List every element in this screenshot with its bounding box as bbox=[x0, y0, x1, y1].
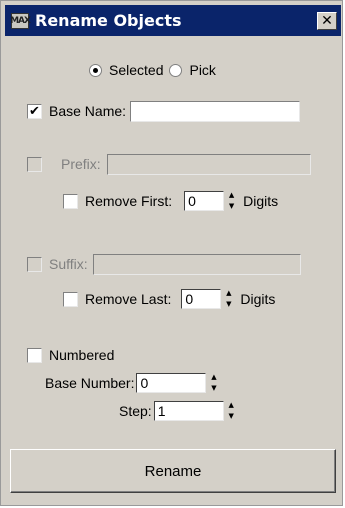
base-number-spinner[interactable]: 0 ▲ ▼ bbox=[136, 373, 219, 393]
spinner-up-icon[interactable]: ▲ bbox=[226, 289, 231, 298]
radio-selected-label: Selected bbox=[109, 62, 164, 78]
base-number-row: Base Number: 0 ▲ ▼ bbox=[45, 371, 219, 395]
prefix-input[interactable] bbox=[106, 153, 311, 175]
remove-first-field[interactable]: 0 bbox=[184, 191, 225, 211]
radio-selected[interactable] bbox=[89, 63, 102, 77]
step-field[interactable]: 1 bbox=[153, 401, 224, 421]
spinner-down-icon[interactable]: ▼ bbox=[229, 202, 234, 211]
numbered-label: Numbered bbox=[49, 347, 115, 363]
base-name-checkbox[interactable]: ✔ bbox=[27, 103, 42, 119]
remove-first-row: Remove First: 0 ▲ ▼ Digits bbox=[63, 189, 278, 213]
spinner-up-icon[interactable]: ▲ bbox=[211, 373, 216, 382]
step-label: Step: bbox=[119, 403, 152, 419]
base-number-field[interactable]: 0 bbox=[136, 373, 207, 393]
remove-last-row: Remove Last: 0 ▲ ▼ Digits bbox=[63, 287, 275, 311]
suffix-checkbox[interactable] bbox=[27, 256, 42, 272]
remove-first-spinner[interactable]: 0 ▲ ▼ bbox=[184, 191, 237, 211]
prefix-label: Prefix: bbox=[61, 156, 101, 172]
spinner-up-icon[interactable]: ▲ bbox=[229, 191, 234, 200]
remove-first-checkbox[interactable] bbox=[63, 193, 78, 209]
selection-mode-group: Selected Pick bbox=[89, 58, 216, 82]
base-name-row: ✔ Base Name: bbox=[27, 99, 301, 123]
remove-first-arrows[interactable]: ▲ ▼ bbox=[226, 191, 237, 211]
checkmark-icon: ✔ bbox=[29, 103, 40, 119]
title-bar[interactable]: MAX Rename Objects ✕ bbox=[5, 5, 341, 36]
rename-button[interactable]: Rename bbox=[10, 449, 336, 493]
remove-last-spinner[interactable]: 0 ▲ ▼ bbox=[181, 289, 234, 309]
suffix-label: Suffix: bbox=[49, 256, 88, 272]
remove-last-arrows[interactable]: ▲ ▼ bbox=[223, 289, 234, 309]
prefix-checkbox[interactable] bbox=[27, 156, 42, 172]
remove-last-checkbox[interactable] bbox=[63, 291, 78, 307]
suffix-row: Suffix: bbox=[27, 252, 301, 276]
step-spinner[interactable]: 1 ▲ ▼ bbox=[153, 401, 237, 421]
step-row: Step: 1 ▲ ▼ bbox=[119, 399, 237, 423]
close-button[interactable]: ✕ bbox=[317, 11, 337, 30]
rename-objects-dialog: MAX Rename Objects ✕ Selected Pick ✔ Bas… bbox=[0, 0, 343, 506]
radio-pick[interactable] bbox=[169, 63, 183, 77]
radio-pick-label: Pick bbox=[189, 62, 216, 78]
spinner-down-icon[interactable]: ▼ bbox=[226, 300, 231, 309]
spinner-down-icon[interactable]: ▼ bbox=[229, 412, 234, 421]
suffix-input[interactable] bbox=[92, 253, 301, 275]
spinner-down-icon[interactable]: ▼ bbox=[211, 384, 216, 393]
remove-first-unit: Digits bbox=[243, 193, 279, 209]
prefix-row: Prefix: bbox=[27, 152, 311, 176]
base-number-label: Base Number: bbox=[45, 375, 135, 391]
remove-first-label: Remove First: bbox=[85, 193, 173, 209]
remove-last-field[interactable]: 0 bbox=[181, 289, 222, 309]
step-arrows[interactable]: ▲ ▼ bbox=[226, 401, 237, 421]
close-icon: ✕ bbox=[321, 12, 333, 29]
app-icon: MAX bbox=[10, 12, 31, 29]
base-name-input[interactable] bbox=[130, 100, 301, 122]
remove-last-label: Remove Last: bbox=[85, 291, 172, 307]
remove-last-unit: Digits bbox=[240, 291, 276, 307]
base-name-label: Base Name: bbox=[49, 103, 127, 119]
window-title: Rename Objects bbox=[35, 11, 182, 30]
base-number-arrows[interactable]: ▲ ▼ bbox=[208, 373, 219, 393]
numbered-row: Numbered bbox=[27, 343, 114, 367]
spinner-up-icon[interactable]: ▲ bbox=[229, 401, 234, 410]
numbered-checkbox[interactable] bbox=[27, 347, 42, 363]
